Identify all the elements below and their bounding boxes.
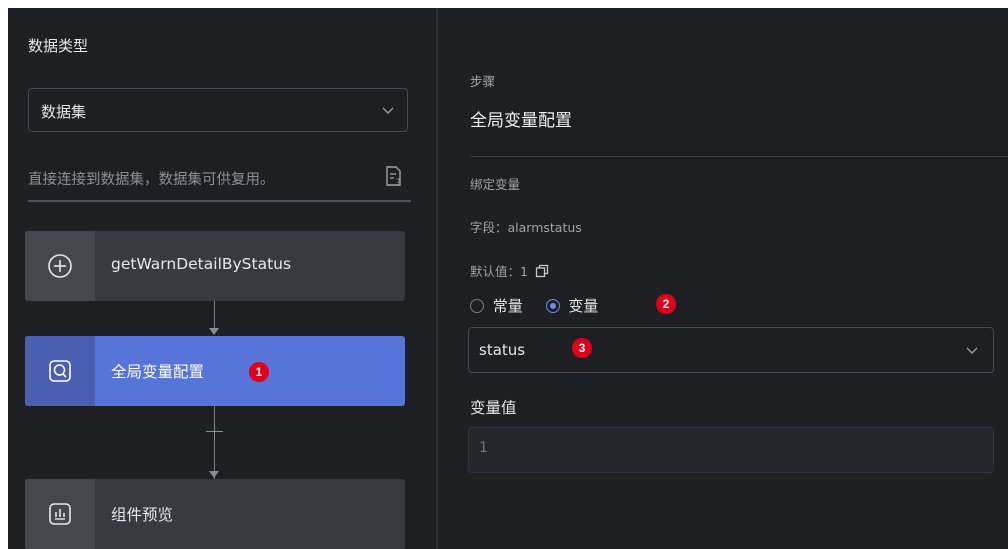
plus-circle-icon: [48, 254, 72, 278]
step-icon-area: [25, 479, 95, 549]
step-name: getWarnDetailByStatus: [111, 255, 292, 273]
bind-variable-label: 绑定变量: [470, 177, 521, 192]
variable-value-label: 变量值: [470, 399, 517, 417]
value-type-radio-group: 常量 变量: [470, 295, 598, 316]
default-value-text: 默认值：1: [470, 264, 528, 279]
arrow-down-icon: [209, 328, 219, 335]
radio-variable[interactable]: 变量: [545, 297, 599, 315]
data-type-label: 数据类型: [28, 37, 89, 55]
data-type-select[interactable]: 数据集: [28, 88, 408, 132]
arrow-down-icon: [209, 471, 219, 478]
data-type-description: 直接连接到数据集，数据集可供复用。: [28, 172, 275, 188]
variable-search-icon: [49, 360, 71, 382]
step-name: 组件预览: [111, 506, 174, 524]
add-step-plus-icon-vertical: [214, 424, 215, 439]
app-window: 数据类型 数据集 直接连接到数据集，数据集可供复用。 ? getWarnDeta…: [8, 8, 1008, 549]
step-title: 全局变量配置: [470, 111, 572, 131]
step-icon-area: [25, 336, 95, 406]
document-help-icon[interactable]: ?: [384, 165, 404, 187]
copy-icon[interactable]: [535, 264, 549, 278]
step-icon-area: [25, 231, 95, 301]
step-item-data-source[interactable]: getWarnDetailByStatus: [25, 231, 405, 301]
radio-checked-icon: [545, 299, 560, 313]
chevron-down-icon: [966, 347, 978, 354]
connector-line: [214, 301, 215, 331]
step-caption: 步骤: [470, 74, 496, 89]
right-panel: 步骤 全局变量配置 绑定变量 字段：alarmstatus 默认值：1 常量 变…: [438, 8, 1008, 549]
svg-text:?: ?: [396, 178, 401, 187]
connector-line: [214, 406, 215, 479]
radio-constant-label: 常量: [492, 297, 523, 315]
annotation-badge: 2: [656, 294, 676, 314]
data-type-value: 数据集: [41, 103, 87, 121]
step-item-global-variable[interactable]: 全局变量配置 1: [25, 336, 405, 406]
radio-constant[interactable]: 常量: [470, 297, 528, 315]
radio-variable-label: 变量: [568, 297, 599, 315]
step-name: 全局变量配置: [111, 363, 205, 381]
chevron-down-icon: [382, 107, 394, 114]
step-item-component-preview[interactable]: 组件预览: [25, 479, 405, 549]
chart-preview-icon: [49, 503, 71, 525]
separator-line: [470, 156, 1008, 157]
separator-line: [28, 200, 411, 202]
default-value-row: 默认值：1: [470, 261, 549, 280]
variable-select[interactable]: status: [468, 327, 994, 373]
annotation-badge: 3: [572, 338, 592, 358]
variable-value-input[interactable]: [479, 440, 959, 456]
annotation-badge: 1: [249, 362, 269, 382]
variable-select-value: status: [479, 341, 526, 359]
left-panel: 数据类型 数据集 直接连接到数据集，数据集可供复用。 ? getWarnDeta…: [8, 8, 436, 549]
field-text: 字段：alarmstatus: [470, 220, 582, 235]
radio-circle-icon: [470, 299, 484, 313]
variable-value-field[interactable]: [468, 427, 994, 473]
